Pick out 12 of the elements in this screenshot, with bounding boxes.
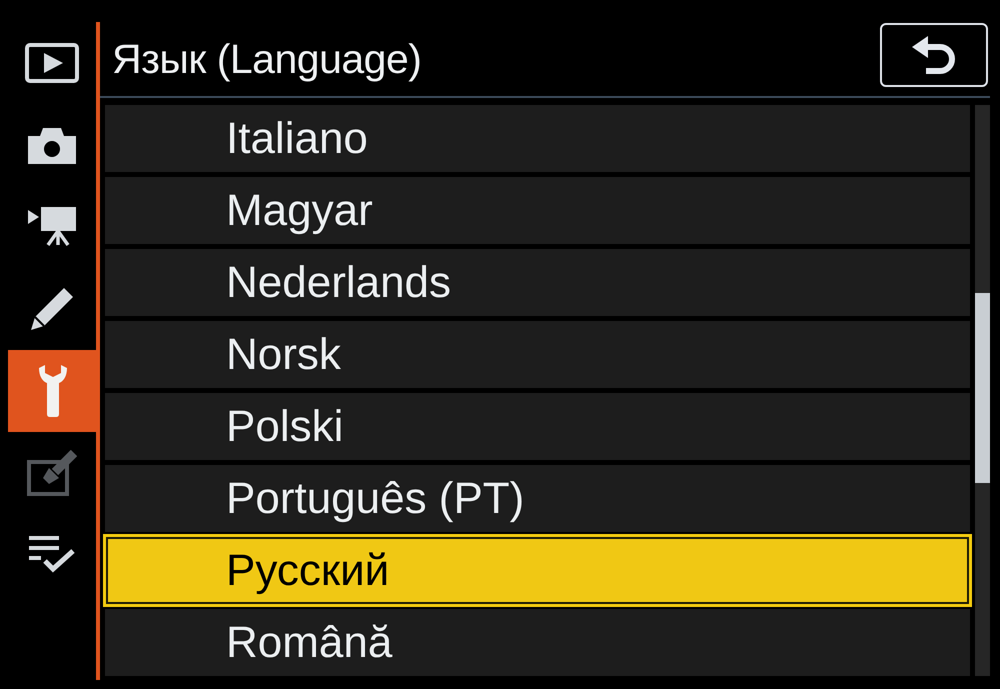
scrollbar-thumb[interactable] [975,293,990,483]
back-arrow-icon [912,36,956,74]
language-option[interactable]: Nederlands [105,249,970,316]
language-option[interactable]: Italiano [105,105,970,172]
language-option[interactable]: Русский [103,534,972,607]
back-button[interactable] [880,23,988,87]
language-option[interactable]: Polski [105,393,970,460]
language-option[interactable]: Magyar [105,177,970,244]
language-option[interactable]: Português (PT) [105,465,970,532]
language-option[interactable]: Norsk [105,321,970,388]
menu-title: Язык (Language) [112,38,422,80]
language-option[interactable]: Română [105,609,970,676]
